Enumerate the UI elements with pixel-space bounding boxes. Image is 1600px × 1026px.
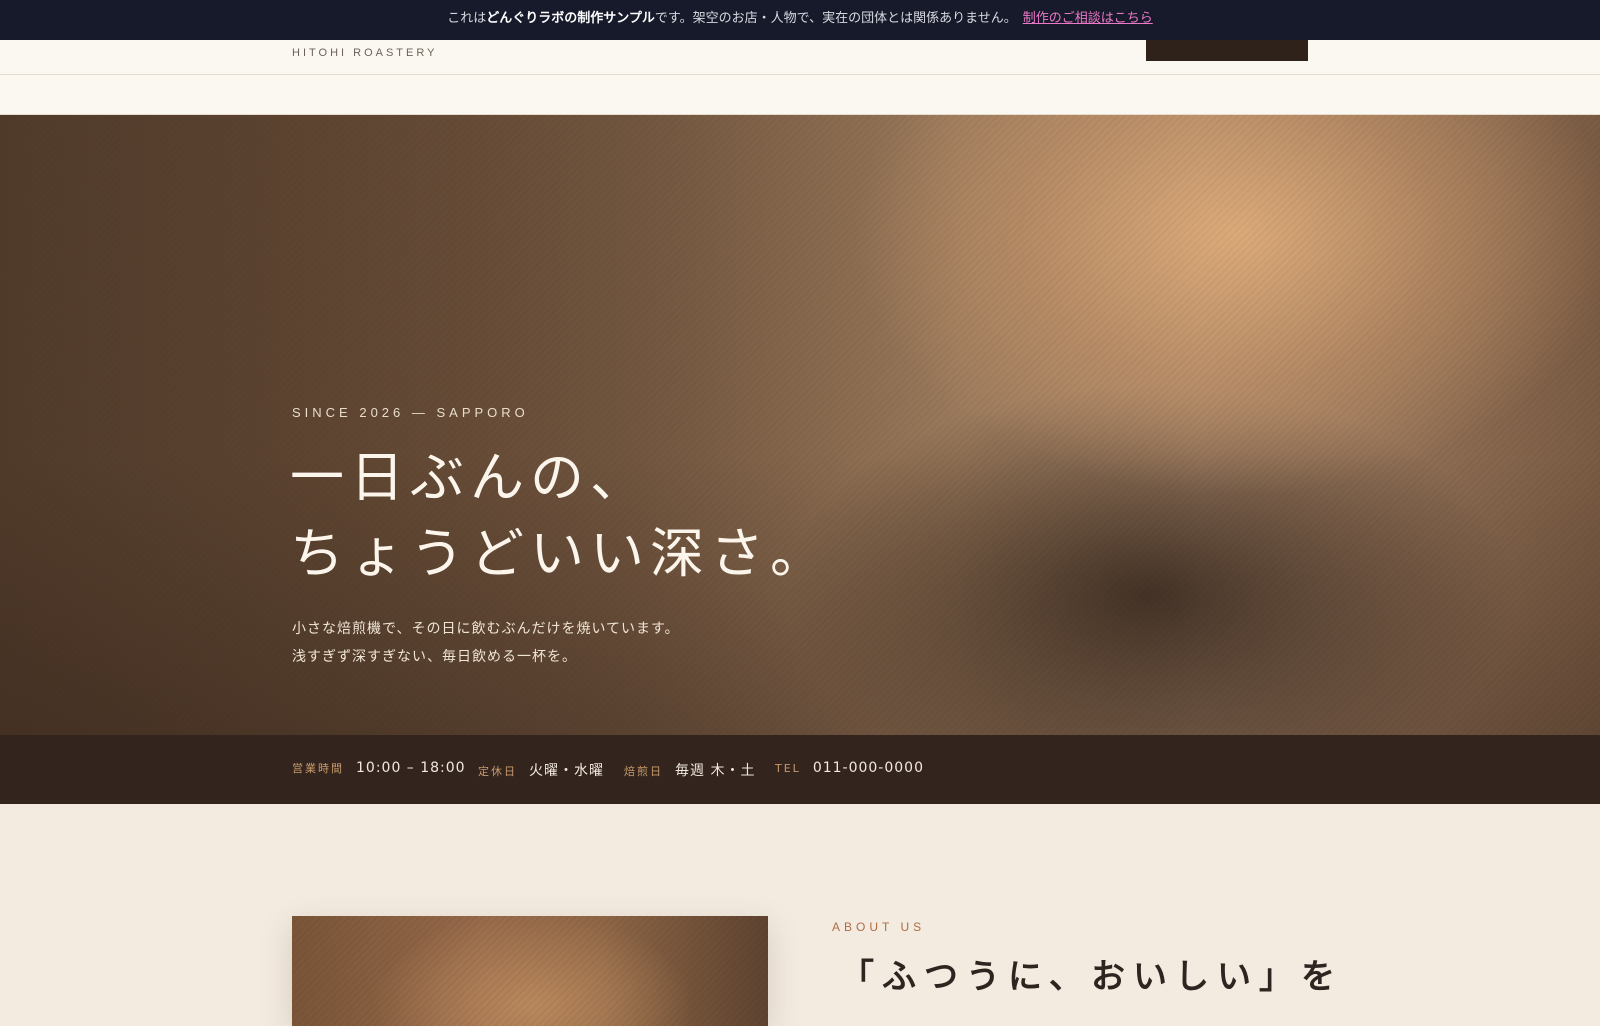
info-closed: 定休日 火曜・水曜 xyxy=(478,760,604,780)
info-hours-value: 10:00 – 18:00 xyxy=(356,760,466,776)
info-tel-label: TEL xyxy=(775,762,801,775)
about-image xyxy=(292,916,768,1026)
notice-suffix: です。架空のお店・人物で、実在の団体とは関係ありません。 xyxy=(654,11,1017,26)
hero-title: 一日ぶんの、 ちょうどいい深さ。 xyxy=(290,440,830,592)
hero-overlay-bottom xyxy=(0,115,1600,735)
hero-lead: 小さな焙煎機で、その日に飲むぶんだけを焼いています。 浅すぎず深すぎない、毎日飲… xyxy=(292,615,680,671)
hero-eyebrow: SINCE 2026 — SAPPORO xyxy=(292,405,529,420)
info-tel: TEL 011-000-0000 xyxy=(775,760,924,776)
hero-title-line-1: 一日ぶんの、 xyxy=(290,446,650,509)
info-roast-label: 焙煎日 xyxy=(624,765,663,778)
info-roast-value: 毎週 木・土 xyxy=(675,763,756,779)
info-roast: 焙煎日 毎週 木・土 xyxy=(624,760,755,780)
hero-lead-line-1: 小さな焙煎機で、その日に飲むぶんだけを焼いています。 xyxy=(292,621,680,637)
info-closed-value: 火曜・水曜 xyxy=(529,763,604,779)
notice-contact-link[interactable]: 制作のご相談はこちら xyxy=(1023,11,1153,26)
notice-prefix: これは xyxy=(447,11,487,26)
notice-brand: どんぐりラボの制作サンプル xyxy=(486,11,655,26)
info-closed-label: 定休日 xyxy=(478,765,517,778)
about-heading: 「ふつうに、おいしい」を xyxy=(840,957,1343,997)
hero-lead-line-2: 浅すぎず深すぎない、毎日飲める一杯を。 xyxy=(292,649,577,665)
about-eyebrow: ABOUT US xyxy=(832,920,926,934)
hero-section: SINCE 2026 — SAPPORO 一日ぶんの、 ちょうどいい深さ。 小さ… xyxy=(0,115,1600,735)
info-hours-label: 営業時間 xyxy=(292,762,344,775)
hero-title-line-2: ちょうどいい深さ。 xyxy=(290,522,830,585)
info-hours: 営業時間 10:00 – 18:00 xyxy=(292,760,466,776)
about-section: ABOUT US 「ふつうに、おいしい」を xyxy=(0,804,1600,1026)
sample-notice-banner: これはどんぐりラボの制作サンプルです。架空のお店・人物で、実在の団体とは関係あり… xyxy=(0,0,1600,40)
brand-subtitle: HITOHI ROASTERY xyxy=(292,47,438,59)
info-tel-value[interactable]: 011-000-0000 xyxy=(813,760,924,776)
header-sub-strip xyxy=(0,75,1600,115)
shop-info-bar: 営業時間 10:00 – 18:00 定休日 火曜・水曜 焙煎日 毎週 木・土 … xyxy=(0,735,1600,804)
